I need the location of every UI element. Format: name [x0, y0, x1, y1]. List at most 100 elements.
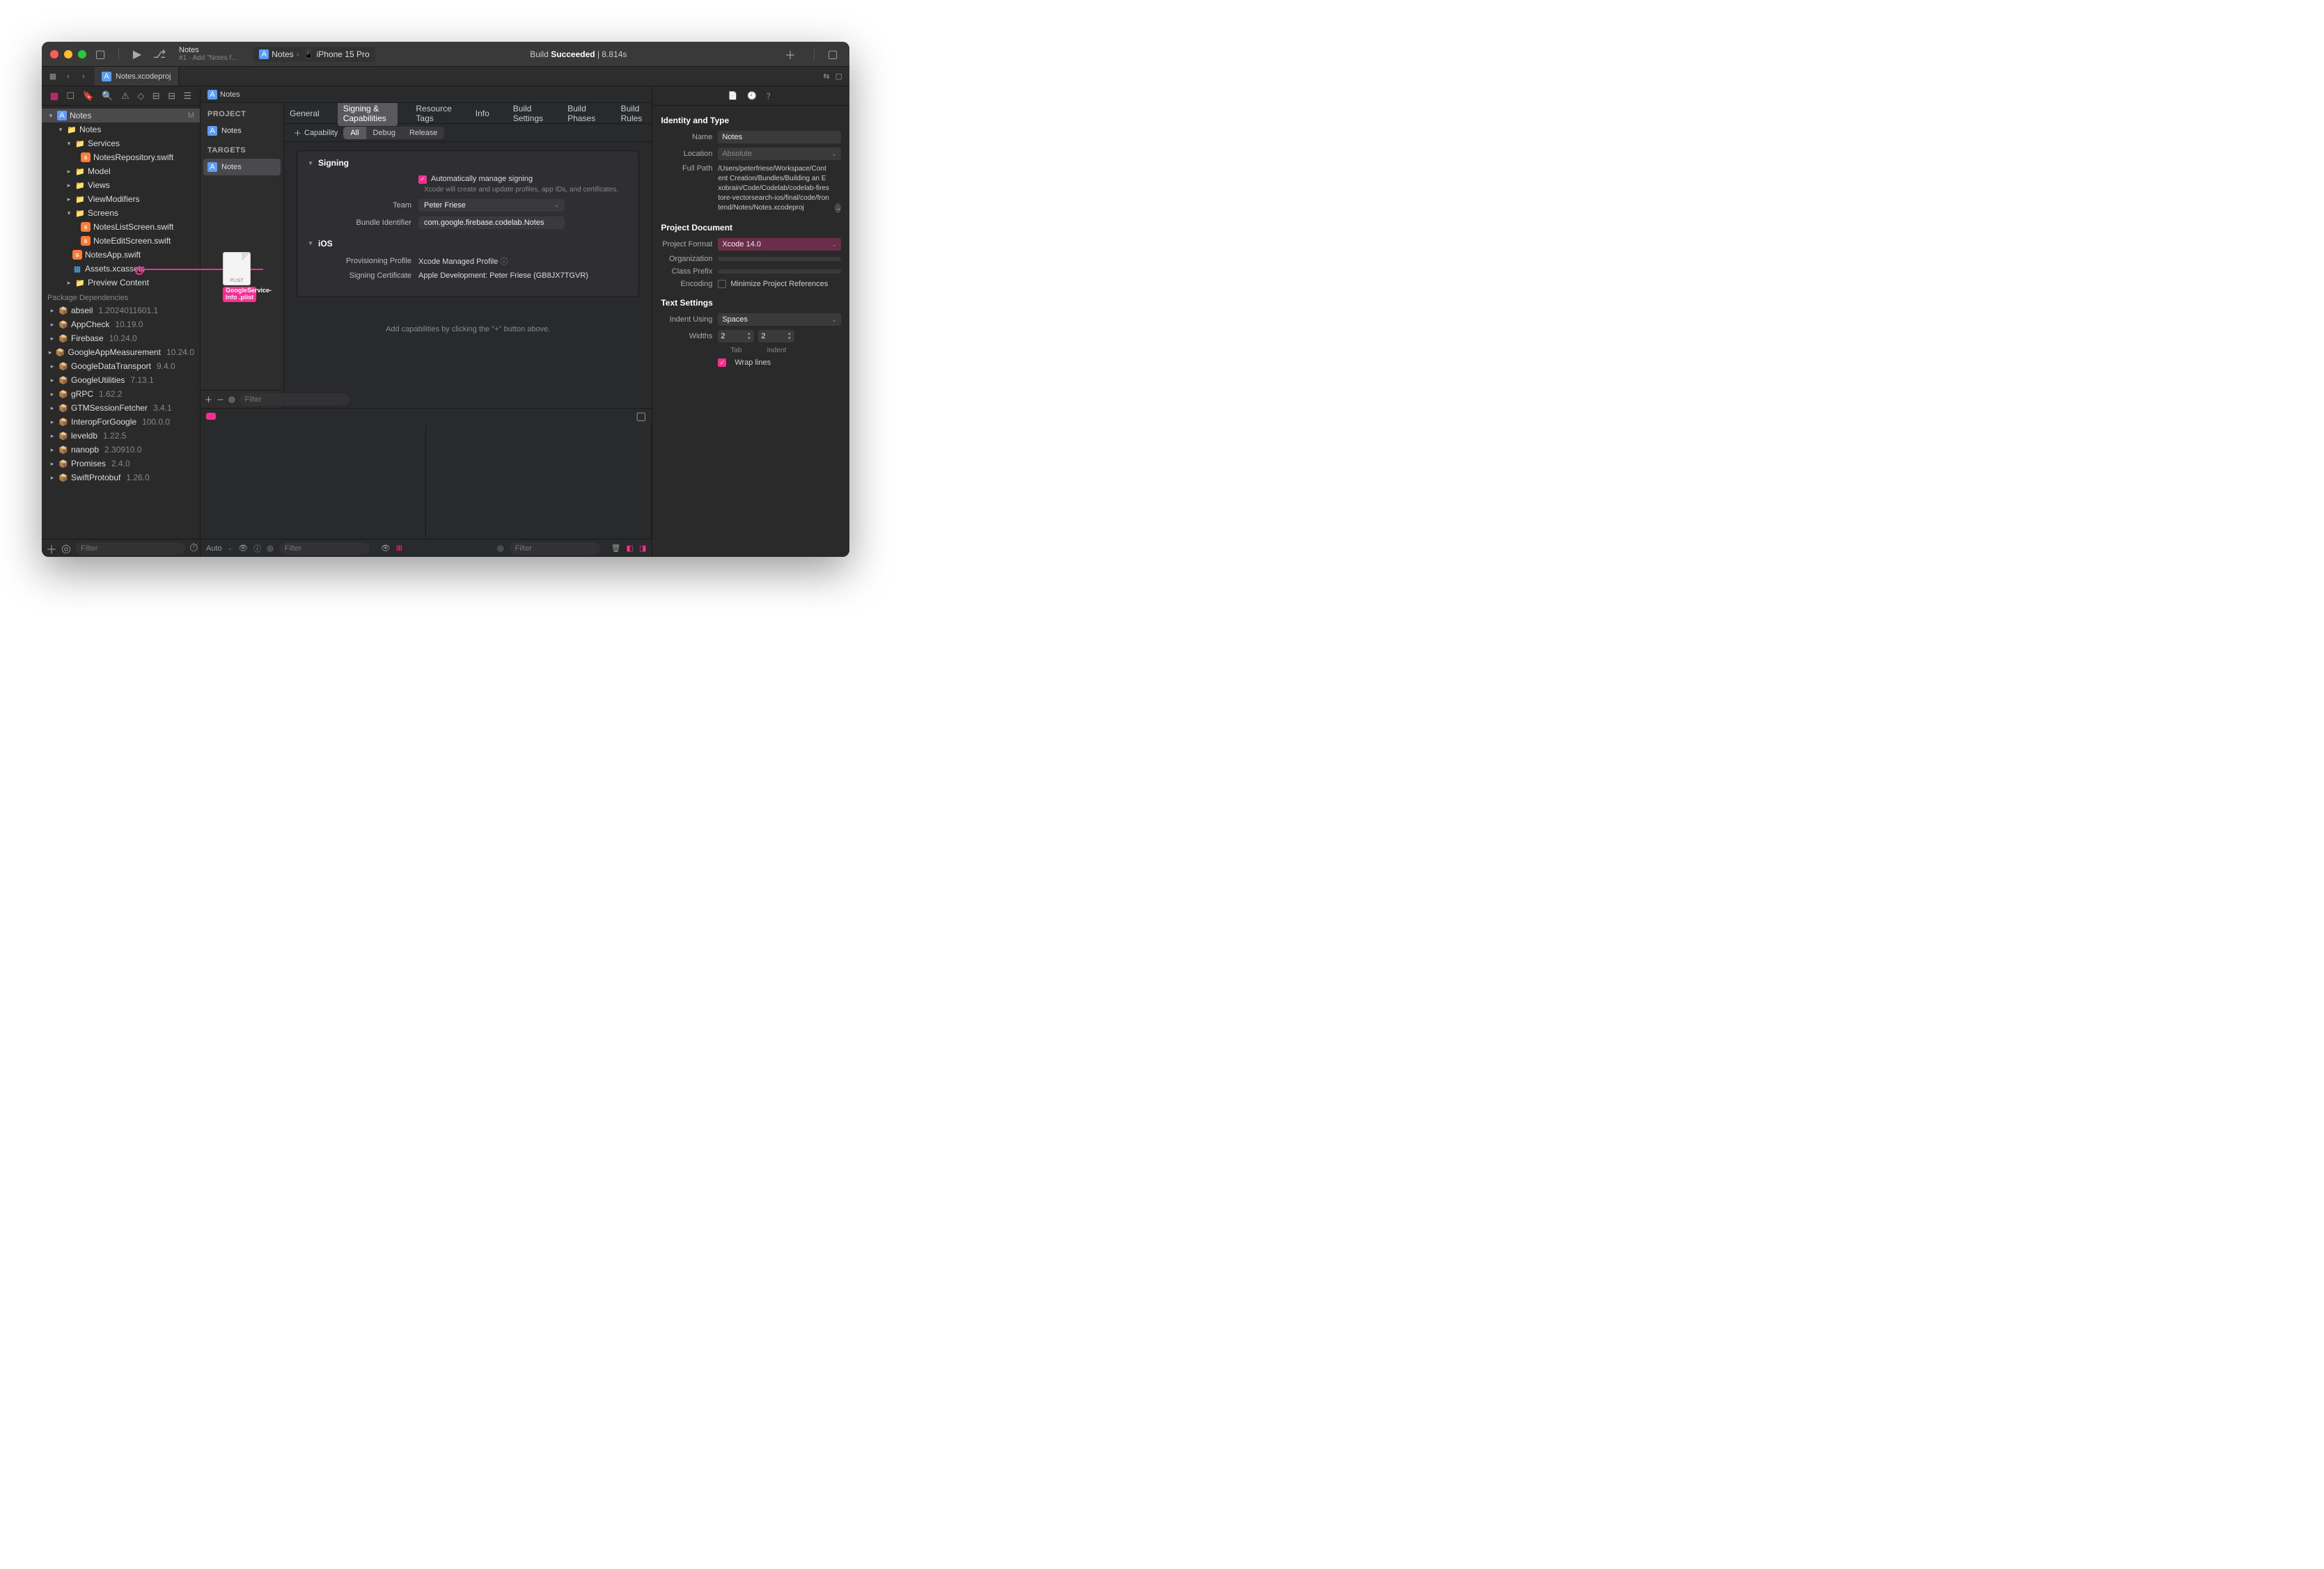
package-row[interactable]: ▸📦Firebase10.24.0: [42, 331, 200, 345]
file-inspector-tab[interactable]: 📄: [728, 91, 737, 100]
file-noteslistscreen[interactable]: sNotesListScreen.swift: [42, 220, 200, 234]
source-control-navigator-tab[interactable]: ☐: [67, 90, 75, 102]
right-pane-toggle-icon[interactable]: ◨: [639, 544, 646, 553]
group-notes[interactable]: ▾📁Notes: [42, 123, 200, 136]
minimize-refs-checkbox[interactable]: [718, 280, 726, 288]
metrics-icon[interactable]: 👁: [381, 544, 391, 553]
back-button[interactable]: ‹: [61, 72, 75, 81]
project-root-row[interactable]: ▾ANotesM: [42, 109, 200, 123]
report-navigator-tab[interactable]: ☰: [184, 90, 192, 102]
history-inspector-tab[interactable]: 🕘: [747, 91, 757, 100]
file-notesapp[interactable]: sNotesApp.swift: [42, 248, 200, 262]
indent-width-stepper[interactable]: 2▲▼: [758, 330, 794, 342]
package-row[interactable]: ▸📦leveldb1.22.5: [42, 429, 200, 443]
file-noteeditscreen[interactable]: sNoteEditScreen.swift: [42, 234, 200, 248]
target-item-selected[interactable]: ANotes: [203, 159, 281, 175]
toggle-inspector-icon[interactable]: ▢: [824, 46, 841, 63]
zoom-window-button[interactable]: [78, 50, 86, 58]
run-destination[interactable]: ANotes› 📱iPhone 15 Pro: [253, 47, 375, 62]
seg-release[interactable]: Release: [402, 127, 444, 139]
trash-icon[interactable]: 🗑: [611, 544, 621, 553]
package-row[interactable]: ▸📦Promises2.4.0: [42, 457, 200, 471]
target-scope-icon[interactable]: ◎: [228, 395, 235, 404]
package-row[interactable]: ▸📦GoogleAppMeasurement10.24.0: [42, 345, 200, 359]
variables-view[interactable]: [201, 424, 426, 539]
add-capability-button[interactable]: ＋ Capability: [294, 127, 338, 139]
run-button[interactable]: ▶: [129, 46, 146, 63]
package-row[interactable]: ▸📦InteropForGoogle100.0.0: [42, 415, 200, 429]
tab-general[interactable]: General: [284, 106, 325, 121]
package-row[interactable]: ▸📦gRPC1.62.2: [42, 387, 200, 401]
tab-info[interactable]: Info: [470, 106, 495, 121]
info-icon[interactable]: ⓘ: [253, 543, 261, 554]
project-format-dropdown[interactable]: Xcode 14.0⌄: [718, 238, 841, 251]
group-preview-content[interactable]: ▸📁Preview Content: [42, 276, 200, 290]
editor-tab-active[interactable]: A Notes.xcodeproj: [95, 67, 179, 86]
debug-navigator-tab[interactable]: ⊟: [152, 90, 160, 102]
file-notes-repository[interactable]: sNotesRepository.swift: [42, 150, 200, 164]
tab-width-stepper[interactable]: 2▲▼: [718, 330, 754, 342]
project-item[interactable]: ANotes: [201, 123, 283, 139]
related-items-icon[interactable]: ▦: [46, 72, 60, 81]
bookmark-navigator-tab[interactable]: 🔖: [83, 90, 94, 102]
console-scope-icon[interactable]: ◎: [497, 544, 504, 553]
seg-all[interactable]: All: [343, 127, 366, 139]
class-prefix-field[interactable]: [718, 269, 841, 274]
issue-navigator-tab[interactable]: ⚠: [121, 90, 129, 102]
forward-button[interactable]: ›: [77, 72, 91, 81]
group-viewmodifiers[interactable]: ▸📁ViewModifiers: [42, 192, 200, 206]
debug-view-toggle-icon[interactable]: ▢: [636, 409, 646, 423]
package-row[interactable]: ▸📦AppCheck10.19.0: [42, 317, 200, 331]
find-navigator-tab[interactable]: 🔍: [102, 90, 113, 102]
console-filter-input[interactable]: [510, 542, 600, 555]
breakpoint-navigator-tab[interactable]: ⊟: [168, 90, 175, 102]
auto-scope-label[interactable]: Auto: [206, 544, 222, 553]
tab-build-rules[interactable]: Build Rules: [615, 103, 652, 126]
add-file-button[interactable]: ＋: [46, 543, 57, 554]
auto-signing-checkbox[interactable]: ✓: [418, 175, 427, 184]
seg-debug[interactable]: Debug: [366, 127, 402, 139]
project-navigator-tab[interactable]: ▦: [50, 90, 58, 102]
toggle-navigator-icon[interactable]: ▢: [92, 46, 109, 63]
package-row[interactable]: ▸📦SwiftProtobuf1.26.0: [42, 471, 200, 484]
tab-signing[interactable]: Signing & Capabilities: [338, 103, 398, 126]
help-inspector-tab[interactable]: ？: [767, 90, 774, 102]
reveal-path-button[interactable]: →: [835, 203, 841, 213]
group-views[interactable]: ▸📁Views: [42, 178, 200, 192]
package-row[interactable]: ▸📦GTMSessionFetcher3.4.1: [42, 401, 200, 415]
group-model[interactable]: ▸📁Model: [42, 164, 200, 178]
organization-field[interactable]: [718, 257, 841, 261]
package-row[interactable]: ▸📦nanopb2.30910.0: [42, 443, 200, 457]
location-dropdown[interactable]: Absolute⌄: [718, 148, 841, 160]
wrap-lines-checkbox[interactable]: ✓: [718, 358, 726, 367]
scheme-branch-icon[interactable]: ⎇: [151, 46, 168, 63]
memory-graph-icon[interactable]: ⊞: [396, 544, 402, 553]
left-pane-toggle-icon[interactable]: ◧: [627, 544, 634, 553]
group-services[interactable]: ▾📁Services: [42, 136, 200, 150]
bundle-id-field[interactable]: com.google.firebase.codelab.Notes: [418, 216, 565, 229]
package-row[interactable]: ▸📦abseil1.2024011601.1: [42, 303, 200, 317]
test-navigator-tab[interactable]: ◇: [137, 90, 144, 102]
scheme-selector[interactable]: Notes #1 · Add "Notes f…: [179, 46, 238, 62]
minimize-window-button[interactable]: [64, 50, 72, 58]
project-tree[interactable]: ▾ANotesM ▾📁Notes ▾📁Services sNotesReposi…: [42, 106, 200, 539]
info-icon[interactable]: ⓘ: [500, 258, 508, 266]
navigator-filter-input[interactable]: [75, 542, 185, 555]
config-segment[interactable]: All Debug Release: [343, 127, 444, 139]
tab-build-phases[interactable]: Build Phases: [562, 103, 602, 126]
remove-target-button[interactable]: －: [217, 394, 224, 405]
group-screens[interactable]: ▾📁Screens: [42, 206, 200, 220]
variables-filter-input[interactable]: [279, 542, 370, 555]
refresh-icon[interactable]: ⇆: [823, 72, 829, 81]
package-row[interactable]: ▸📦GoogleDataTransport9.4.0: [42, 359, 200, 373]
team-dropdown[interactable]: Peter Friese⌄: [418, 199, 565, 212]
tab-build-settings[interactable]: Build Settings: [508, 103, 549, 126]
add-target-button[interactable]: ＋: [205, 394, 212, 405]
editor-breadcrumb[interactable]: A Notes: [201, 86, 652, 103]
filter-scope-icon[interactable]: ◎: [267, 544, 274, 553]
adjust-editor-icon[interactable]: ▢: [835, 72, 842, 81]
tab-resource-tags[interactable]: Resource Tags: [410, 103, 457, 126]
package-row[interactable]: ▸📦GoogleUtilities7.13.1: [42, 373, 200, 387]
recent-filter-icon[interactable]: ⏱: [189, 543, 198, 554]
close-window-button[interactable]: [50, 50, 58, 58]
